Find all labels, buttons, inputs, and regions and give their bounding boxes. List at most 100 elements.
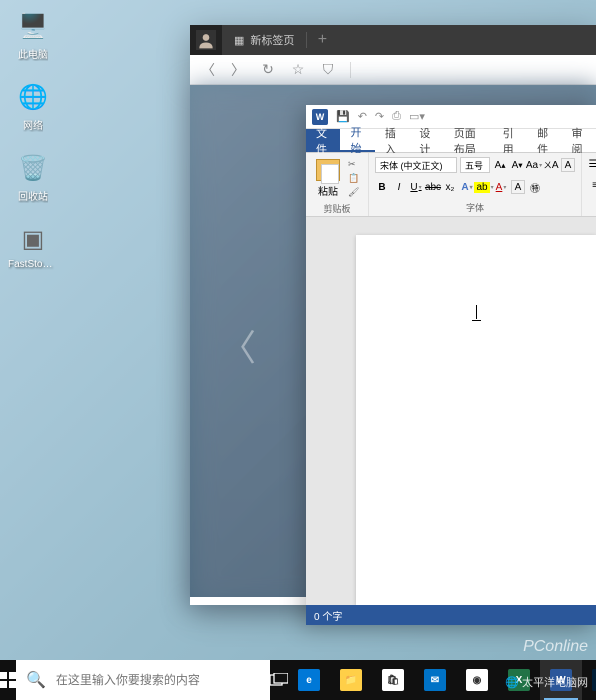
- browser-tab[interactable]: ▦ 新标签页: [222, 25, 306, 55]
- char-shading-button[interactable]: A: [511, 180, 525, 194]
- explorer-icon: 📁: [340, 669, 362, 691]
- shield-icon[interactable]: ⛉: [320, 61, 336, 78]
- char-border-button[interactable]: A: [561, 158, 575, 172]
- desktop-icon-network[interactable]: 🌐 网络: [8, 81, 58, 132]
- increase-font-button[interactable]: A▴: [493, 158, 507, 172]
- format-painter-button[interactable]: 🖌: [348, 187, 362, 199]
- document-page[interactable]: [356, 235, 596, 605]
- windows-icon: [0, 672, 16, 688]
- taskbar-item-chrome[interactable]: ◉: [456, 660, 498, 700]
- bullets-button[interactable]: ☰▾: [588, 157, 596, 171]
- text-cursor: [476, 305, 477, 319]
- ribbon-group-clipboard: 粘贴 ✂ 📋 🖌 剪贴板: [306, 153, 369, 216]
- mail-icon: ✉: [424, 669, 446, 691]
- group-label: 剪贴板: [312, 200, 362, 215]
- icon-label: 回收站: [18, 188, 48, 203]
- desktop-icons: 🖥️ 此电脑 🌐 网络 🗑️ 回收站 ▣ FastStone Capture 9…: [8, 10, 58, 270]
- tab-references[interactable]: 引用: [493, 129, 527, 152]
- taskbar-item-store[interactable]: 🛍: [372, 660, 414, 700]
- save-button[interactable]: 💾: [336, 110, 350, 123]
- chrome-icon: ◉: [466, 669, 488, 691]
- ribbon-group-font: 宋体 (中文正文) 五号 A▴ A▾ Aa▾ ㄨA A B I U▾ abc x…: [369, 153, 582, 216]
- font-name-select[interactable]: 宋体 (中文正文): [375, 157, 457, 173]
- tab-design[interactable]: 设计: [409, 129, 443, 152]
- highlight-button[interactable]: ab▾: [477, 180, 491, 194]
- group-label: 字体: [375, 199, 575, 214]
- redo-button[interactable]: ↷: [375, 110, 384, 123]
- browser-tabbar: ▦ 新标签页 +: [190, 25, 596, 55]
- qat-custom[interactable]: ▭▾: [409, 110, 425, 123]
- icon-label: 此电脑: [18, 46, 48, 61]
- profile-avatar-icon: [196, 30, 216, 50]
- taskbar-item-mail[interactable]: ✉: [414, 660, 456, 700]
- icon-label: FastStone Capture 9...: [8, 259, 58, 270]
- ribbon-tabs: 文件 开始 插入 设计 页面布局 引用 邮件 审阅: [306, 129, 596, 153]
- paste-label: 粘贴: [318, 183, 338, 198]
- divider: [350, 62, 351, 78]
- forward-button[interactable]: 〉: [230, 60, 246, 80]
- tab-file[interactable]: 文件: [306, 129, 340, 152]
- watermark-sub: 🌐 太平洋电脑网: [505, 674, 588, 690]
- reload-button[interactable]: ↻: [260, 61, 276, 78]
- tab-insert[interactable]: 插入: [375, 129, 409, 152]
- desktop-icon-faststone[interactable]: ▣ FastStone Capture 9...: [8, 223, 58, 270]
- italic-button[interactable]: I: [392, 180, 406, 194]
- font-size-select[interactable]: 五号: [460, 157, 490, 173]
- qat-more[interactable]: ⎙: [392, 110, 401, 123]
- browser-profile-button[interactable]: [190, 25, 222, 55]
- ribbon: 粘贴 ✂ 📋 🖌 剪贴板 宋体 (中文正文) 五号 A▴ A▾ Aa▾ ㄨA: [306, 153, 596, 217]
- cut-button[interactable]: ✂: [348, 159, 362, 171]
- align-left-button[interactable]: ≡: [588, 178, 596, 192]
- desktop-icon-recycle[interactable]: 🗑️ 回收站: [8, 152, 58, 203]
- favorite-button[interactable]: ☆: [290, 61, 306, 78]
- icon-label: 网络: [23, 117, 43, 132]
- taskbar-item-edge[interactable]: e: [288, 660, 330, 700]
- computer-icon: 🖥️: [17, 10, 49, 42]
- desktop-icon-computer[interactable]: 🖥️ 此电脑: [8, 10, 58, 61]
- tab-label: 新标签页: [250, 32, 294, 48]
- task-view-button[interactable]: [270, 660, 288, 700]
- carousel-prev-icon[interactable]: 〈: [220, 319, 256, 371]
- taskbar-item-explorer[interactable]: 📁: [330, 660, 372, 700]
- strikethrough-button[interactable]: abc: [426, 180, 440, 194]
- recycle-icon: 🗑️: [17, 152, 49, 184]
- bold-button[interactable]: B: [375, 180, 389, 194]
- underline-button[interactable]: U▾: [409, 180, 423, 194]
- start-button[interactable]: [0, 660, 16, 700]
- tab-mailings[interactable]: 邮件: [527, 129, 561, 152]
- photoshop-icon: Ps: [592, 669, 596, 691]
- search-input[interactable]: [56, 673, 260, 687]
- browser-toolbar: 〈 〉 ↻ ☆ ⛉: [190, 55, 596, 85]
- taskview-icon: [270, 673, 288, 687]
- font-color-button[interactable]: A▾: [494, 180, 508, 194]
- text-effects-button[interactable]: A▾: [460, 180, 474, 194]
- copy-button[interactable]: 📋: [348, 173, 362, 185]
- back-button[interactable]: 〈: [200, 60, 216, 80]
- app-icon: ▣: [17, 223, 49, 255]
- decrease-font-button[interactable]: A▾: [510, 158, 524, 172]
- status-bar: 0 个字: [306, 605, 596, 625]
- tab-review[interactable]: 审阅: [562, 129, 596, 152]
- change-case-button[interactable]: Aa▾: [527, 158, 541, 172]
- store-icon: 🛍: [382, 669, 404, 691]
- edge-icon: e: [298, 669, 320, 691]
- tab-layout[interactable]: 页面布局: [444, 129, 493, 152]
- paste-icon: [316, 159, 340, 181]
- word-app-icon[interactable]: W: [312, 109, 328, 125]
- word-count[interactable]: 0 个字: [314, 608, 342, 623]
- word-window: W 💾 ↶ ↷ ⎙ ▭▾ 文件 开始 插入 设计 页面布局 引用 邮件 审阅 粘…: [306, 105, 596, 625]
- undo-button[interactable]: ↶: [358, 110, 367, 123]
- document-area[interactable]: [306, 217, 596, 605]
- paste-button[interactable]: 粘贴: [312, 157, 344, 200]
- subscript-button[interactable]: x₂: [443, 180, 457, 194]
- new-tab-button[interactable]: +: [307, 31, 337, 49]
- taskbar-search[interactable]: 🔍: [16, 660, 270, 700]
- tab-home[interactable]: 开始: [340, 129, 374, 152]
- ribbon-group-paragraph: ☰▾ ⅛▾ ≡ ≡: [582, 153, 596, 216]
- network-icon: 🌐: [17, 81, 49, 113]
- watermark-main: PConline: [523, 638, 588, 656]
- grid-icon: ▦: [234, 34, 244, 47]
- search-icon: 🔍: [26, 670, 46, 690]
- phonetic-guide-button[interactable]: ㄨA: [544, 158, 558, 172]
- enclose-char-button[interactable]: ㊕: [528, 180, 542, 194]
